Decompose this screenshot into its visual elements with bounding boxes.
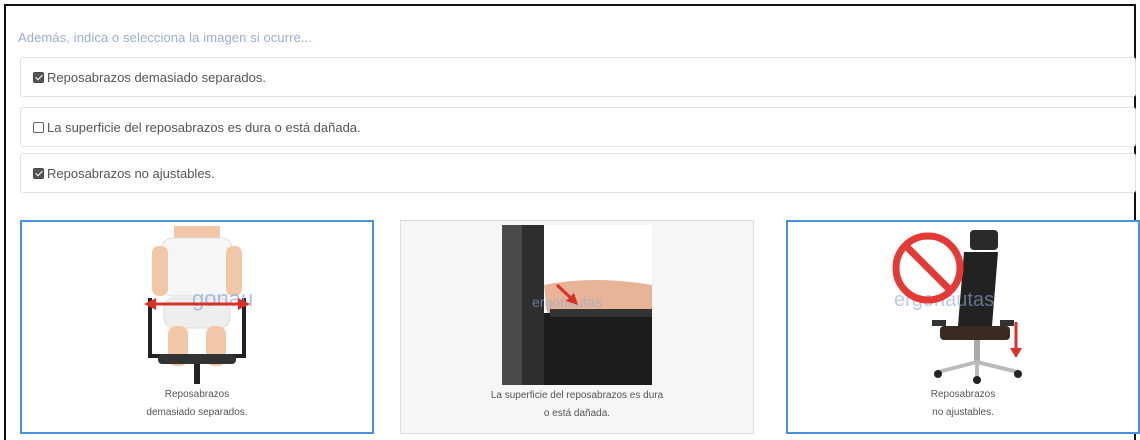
option-armrests-too-wide[interactable]: Reposabrazos demasiado separados.	[20, 57, 1136, 97]
checkbox-unchecked-icon[interactable]	[33, 121, 44, 133]
instruction-text: Además, indica o selecciona la imagen si…	[18, 30, 313, 45]
checkbox-checked-icon[interactable]	[33, 167, 44, 179]
svg-text:gonau: gonau	[192, 286, 253, 311]
card-caption: Reposabrazos demasiado separados.	[146, 389, 248, 418]
checkbox-checked-icon[interactable]	[33, 71, 44, 83]
option-armrest-hard-damaged[interactable]: La superficie del reposabrazos es dura o…	[20, 107, 1136, 147]
option-label: Reposabrazos no ajustables.	[47, 165, 215, 181]
card-caption: Reposabrazos no ajustables.	[930, 389, 996, 418]
image-card-armrests-too-wide[interactable]: gonau Reposabrazos demasiado separados.	[20, 220, 374, 434]
option-label: La superficie del reposabrazos es dura o…	[47, 119, 361, 135]
option-label: Reposabrazos demasiado separados.	[47, 69, 266, 85]
card-caption: La superficie del reposabrazos es dura o…	[490, 390, 664, 419]
image-card-not-adjustable[interactable]: ergonautas Reposabrazos no ajustables.	[786, 220, 1140, 434]
image-card-hard-armrest[interactable]: ergonautas La superficie del reposabrazo…	[400, 220, 754, 434]
chair-wide-armrests-image: gonau	[122, 226, 272, 386]
option-armrests-not-adjustable[interactable]: Reposabrazos no ajustables.	[20, 153, 1136, 193]
hard-armrest-image: ergonautas	[502, 225, 652, 385]
non-adjustable-armrest-image: ergonautas	[888, 226, 1038, 386]
